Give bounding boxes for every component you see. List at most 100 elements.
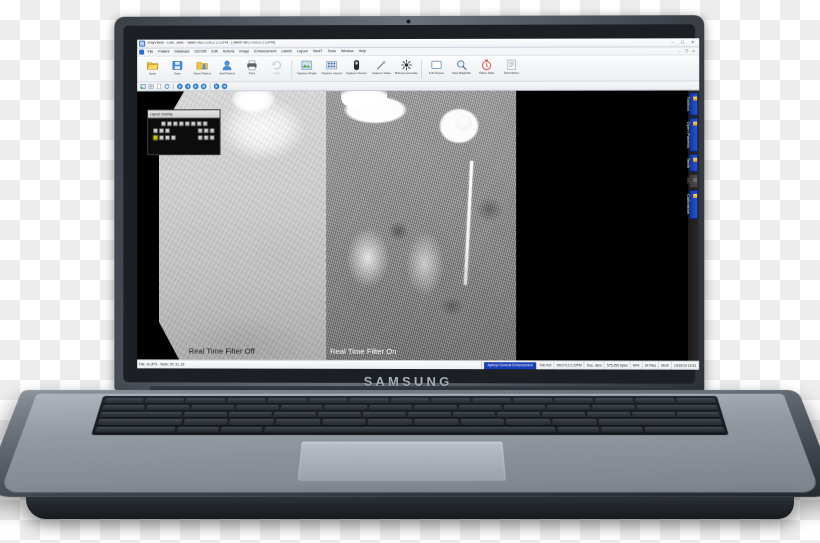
tooth-chart-title: Layout Overlay [148, 110, 220, 119]
toolbar-button-capture-sensor[interactable]: Capture Sensor [344, 58, 369, 75]
menu-item-database[interactable]: Database [173, 49, 191, 54]
menu-item-layout[interactable]: Layout [295, 49, 309, 54]
tooth-icon[interactable] [197, 135, 203, 141]
dc-icon [693, 178, 698, 183]
menu-item-tools[interactable]: Tools [326, 49, 337, 54]
side-tab-toolbox[interactable]: Toolbox [686, 92, 699, 116]
menu-item-enhancement[interactable]: Enhancement [253, 49, 278, 54]
toolbar-button-add-patient[interactable]: Add Patient [215, 58, 240, 75]
nav-pause-icon[interactable] [201, 83, 207, 90]
mdi-window-controls: – ❐ ✕ [677, 49, 697, 53]
key [407, 412, 451, 418]
menu-item-help[interactable]: Help [357, 49, 367, 54]
key [324, 404, 368, 411]
menu-item-image[interactable]: Image [238, 49, 251, 54]
mdi-close-button[interactable]: ✕ [691, 49, 696, 53]
toolbar-button-description[interactable]: Description [499, 58, 524, 75]
maximize-button[interactable]: ☐ [679, 39, 686, 45]
side-tab-teeth[interactable]: Teeth [686, 153, 699, 173]
tooth-icon-selected[interactable] [153, 135, 158, 141]
page-icon[interactable] [156, 83, 162, 90]
key-arrow-cluster [644, 426, 726, 433]
keyboard[interactable] [90, 395, 730, 435]
mdi-minimize-button[interactable]: – [677, 49, 682, 53]
tooth-icon[interactable] [197, 128, 203, 134]
menu-item-patient[interactable]: Patient [157, 49, 171, 54]
new-image-icon[interactable] [140, 83, 147, 90]
tooth-icon[interactable] [196, 121, 202, 127]
close-button[interactable]: ✕ [689, 39, 696, 45]
tooth-icon[interactable] [178, 121, 184, 127]
xray-image[interactable]: Real Time Filter Off Real Time Filter On [137, 90, 700, 361]
key [146, 404, 190, 411]
trackpad[interactable] [296, 440, 508, 482]
image-workspace[interactable]: Real Time Filter Off Real Time Filter On… [137, 90, 700, 361]
tooth-icon[interactable] [203, 128, 209, 134]
minimize-button[interactable]: – [669, 39, 676, 45]
nav-prev-icon[interactable] [185, 83, 191, 90]
key [235, 404, 279, 411]
key [547, 404, 591, 411]
tooth-icon[interactable] [184, 121, 190, 127]
toolbar-button-bitmap-generate[interactable]: Bitmap Generate [394, 58, 419, 75]
key-space [263, 426, 557, 433]
tooth-icon[interactable] [164, 128, 170, 134]
capture-layout-icon [326, 61, 338, 70]
key-fn [176, 426, 219, 433]
key [280, 404, 324, 411]
menu-item-edit[interactable]: Edit [210, 49, 219, 54]
key [369, 404, 413, 411]
nav-last-icon[interactable] [222, 83, 228, 90]
nav-first-icon[interactable] [177, 83, 183, 90]
toolbar-button-capture-single[interactable]: Capture Single [294, 58, 319, 75]
tooth-icon[interactable] [153, 128, 158, 134]
menu-item-labels[interactable]: Labels [280, 49, 294, 54]
menu-item-dicom[interactable]: DICOM [193, 49, 208, 54]
key-alt [557, 426, 600, 433]
tooth-icon[interactable] [203, 135, 209, 141]
menu-item-file[interactable]: File [146, 49, 155, 54]
tooth-icon[interactable] [202, 121, 208, 127]
menu-item-window[interactable]: Window [339, 49, 355, 54]
toolbar-button-open[interactable]: Open [140, 59, 165, 76]
side-tab-dc[interactable]: DC [686, 174, 699, 189]
side-tab-label-toolbox: Toolbox [686, 96, 692, 112]
refresh-icon[interactable] [164, 83, 170, 90]
nav-next-icon[interactable] [214, 83, 220, 90]
tooth-chart-overlay[interactable]: Layout Overlay [147, 109, 221, 156]
tooth-icon[interactable] [190, 121, 196, 127]
toolbar-label-capture-layout: Capture Layout [321, 71, 342, 76]
main-toolbar: Open Save Open Patient Add Patient Print… [137, 55, 700, 83]
grid-icon[interactable] [148, 83, 155, 90]
toolbar-button-taken-date[interactable]: Taken Date [474, 58, 499, 75]
toolbar-button-spot-magnifier[interactable]: Spot Magnifier [449, 58, 474, 75]
tooth-icon[interactable] [172, 121, 178, 127]
key-tab [99, 412, 183, 418]
tooth-icon[interactable] [170, 135, 176, 141]
tooth-icon[interactable] [158, 135, 164, 141]
tooth-icon[interactable] [209, 128, 215, 134]
tooth-icon[interactable] [166, 121, 172, 127]
side-tab-open-patients[interactable]: Open Patients [686, 117, 699, 152]
toolbar-button-undo[interactable]: Undo [264, 58, 289, 75]
menu-item-actions[interactable]: Actions [221, 49, 236, 54]
menu-item-tandt[interactable]: TandT [311, 49, 324, 54]
tooth-icon[interactable] [209, 135, 215, 141]
side-tab-calibration[interactable]: Calibration [686, 190, 699, 219]
toolbar-button-capture-video[interactable]: Capture Video [369, 58, 394, 75]
mdi-restore-button[interactable]: ❐ [684, 49, 689, 53]
tooth-group-left-2 [153, 135, 176, 141]
toolbar-button-save[interactable]: Save [165, 58, 190, 75]
toolbar-button-capture-layout[interactable]: Capture Layout [319, 58, 344, 75]
status-enhancement-badge[interactable]: Apteryx General Enhancement [484, 361, 536, 369]
toolbar-button-open-patient[interactable]: Open Patient [190, 58, 215, 75]
tooth-icon[interactable] [158, 128, 164, 134]
key [676, 412, 721, 418]
tooth-icon[interactable] [164, 135, 170, 141]
toolbar-button-print[interactable]: Print [239, 58, 264, 75]
tooth-icon[interactable] [160, 121, 166, 127]
laptop-base-front-edge [26, 497, 794, 519]
toolbar-button-full-screen[interactable]: Full Screen [424, 58, 449, 75]
side-tab-label-dc: DC [686, 178, 692, 185]
nav-play-icon[interactable] [193, 83, 199, 90]
